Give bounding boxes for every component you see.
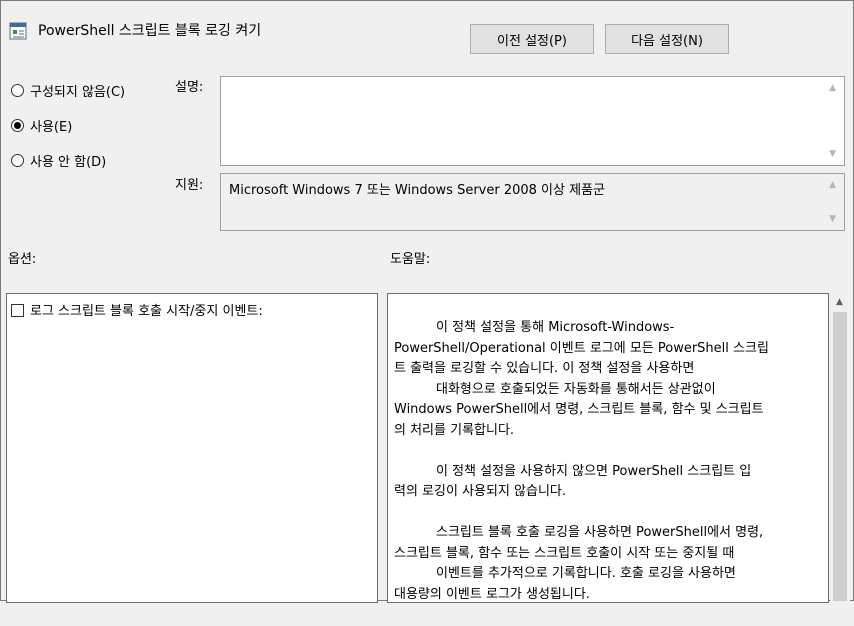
scroll-up-arrow-icon[interactable]: ▲ bbox=[836, 297, 843, 307]
help-line: 의 처리를 기록합니다. bbox=[394, 422, 515, 438]
log-invocation-checkbox[interactable] bbox=[11, 304, 24, 317]
scroll-down-arrow-icon: ▼ bbox=[829, 214, 836, 224]
policy-settings-icon bbox=[9, 22, 27, 40]
support-value: Microsoft Windows 7 또는 Windows Server 20… bbox=[229, 183, 605, 198]
description-textbox[interactable]: ▲ ▼ bbox=[220, 76, 845, 166]
radio-button[interactable] bbox=[11, 84, 24, 97]
help-line: 대용량의 이벤트 로그가 생성됩니다. bbox=[394, 586, 590, 602]
help-line: PowerShell/Operational 이벤트 로그에 모든 PowerS… bbox=[394, 340, 769, 356]
radio-button[interactable] bbox=[11, 154, 24, 167]
help-pane: 이 정책 설정을 통해 Microsoft-Windows- PowerShel… bbox=[387, 293, 829, 603]
help-line: Windows PowerShell에서 명령, 스크립트 블록, 함수 및 스… bbox=[394, 402, 764, 417]
description-label: 설명: bbox=[175, 80, 204, 95]
help-line: 대화형으로 호출되었든 자동화를 통해서든 상관없이 bbox=[436, 381, 716, 397]
help-text: 이 정책 설정을 통해 Microsoft-Windows- PowerShel… bbox=[394, 318, 828, 626]
support-textbox[interactable]: Microsoft Windows 7 또는 Windows Server 20… bbox=[220, 173, 845, 231]
window-title: PowerShell 스크립트 블록 로깅 켜기 bbox=[38, 23, 262, 39]
previous-setting-button[interactable]: 이전 설정(P) bbox=[470, 24, 594, 54]
help-line: 이벤트를 추가적으로 기록합니다. 호출 로깅을 사용하면 bbox=[436, 566, 736, 581]
radio-disabled[interactable]: 사용 안 함(D) bbox=[11, 151, 106, 170]
scrollbar-thumb[interactable] bbox=[833, 312, 847, 601]
radio-not-configured[interactable]: 구성되지 않음(C) bbox=[11, 81, 125, 100]
help-line: 이 정책 설정을 사용하지 않으면 PowerShell 스크립트 입 bbox=[436, 463, 752, 479]
options-pane: 로그 스크립트 블록 호출 시작/중지 이벤트: bbox=[6, 293, 378, 603]
radio-label: 구성되지 않음(C) bbox=[30, 85, 126, 100]
radio-label: 사용(E) bbox=[30, 120, 73, 135]
help-line: 이 정책 설정을 통해 Microsoft-Windows- bbox=[436, 320, 675, 335]
help-scrollbar[interactable]: ▲ bbox=[830, 294, 850, 601]
scroll-up-arrow-icon: ▲ bbox=[829, 180, 836, 190]
help-heading: 도움말: bbox=[390, 252, 431, 267]
options-heading: 옵션: bbox=[8, 252, 37, 267]
help-line: 트 출력을 로깅할 수 있습니다. 이 정책 설정을 사용하면 bbox=[394, 361, 695, 376]
help-line: 력의 로깅이 사용되지 않습니다. bbox=[394, 484, 567, 499]
radio-button-selected[interactable] bbox=[11, 119, 24, 132]
log-invocation-checkbox-label[interactable]: 로그 스크립트 블록 호출 시작/중지 이벤트: bbox=[30, 300, 263, 319]
help-line: 스크립트 블록, 함수 또는 스크립트 호출이 시작 또는 중지될 때 bbox=[394, 545, 735, 561]
radio-enabled[interactable]: 사용(E) bbox=[11, 116, 72, 135]
help-line: 스크립트 블록 호출 로깅을 사용하면 PowerShell에서 명령, bbox=[436, 525, 764, 540]
next-setting-button[interactable]: 다음 설정(N) bbox=[605, 24, 729, 54]
scroll-down-arrow-icon: ▼ bbox=[829, 149, 836, 159]
scroll-up-arrow-icon: ▲ bbox=[829, 83, 836, 93]
radio-label: 사용 안 함(D) bbox=[30, 155, 107, 170]
support-label: 지원: bbox=[175, 178, 204, 193]
